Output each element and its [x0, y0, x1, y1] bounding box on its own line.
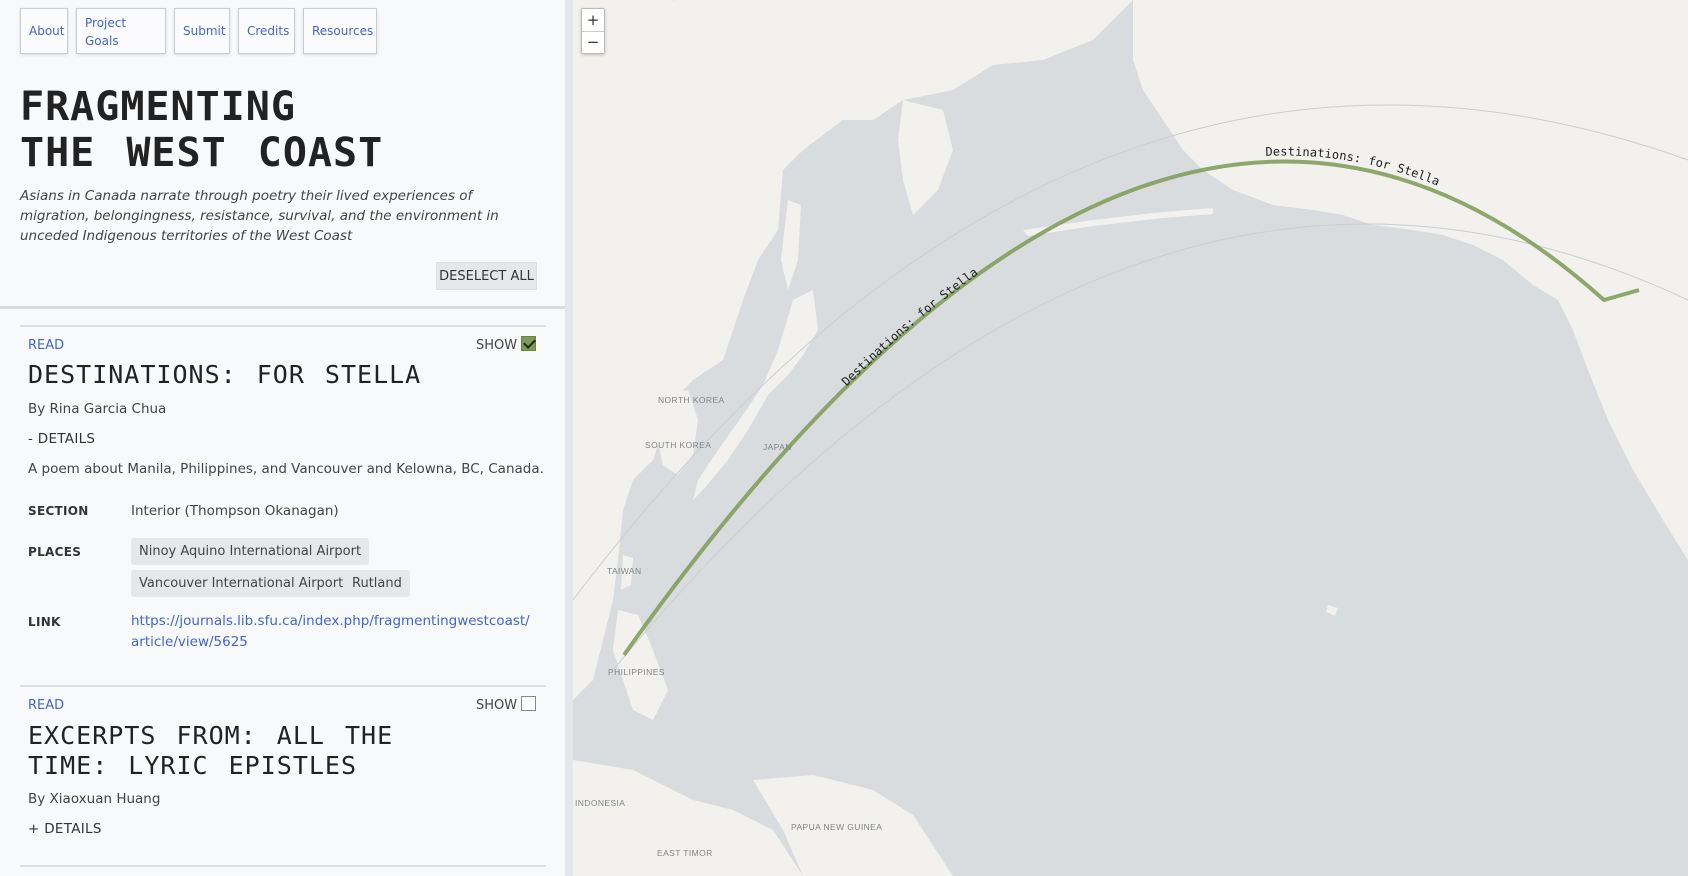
places-label: PLACES [28, 545, 82, 559]
card-divider [20, 685, 546, 687]
panel-divider[interactable] [565, 0, 573, 876]
link-label: LINK [28, 615, 61, 629]
card-divider [20, 865, 546, 867]
map-label-japan: JAPAN [763, 442, 792, 452]
read-link[interactable]: READ [28, 338, 64, 353]
page-subtitle: Asians in Canada narrate through poetry … [20, 188, 499, 244]
sidebar: About Project Goals Submit Credits Resou… [0, 0, 565, 876]
details-toggle[interactable]: + DETAILS [28, 821, 102, 837]
page-title-line1: FRAGMENTING [20, 84, 296, 130]
show-checkbox[interactable] [521, 696, 537, 711]
section-label: SECTION [28, 504, 89, 518]
poem-title: EXCERPTS FROM: ALL THE TIME: LYRIC EPIST… [28, 721, 393, 781]
poem-byline: By Xiaoxuan Huang [28, 791, 161, 807]
place-chip[interactable]: Ninoy Aquino International Airport [131, 538, 370, 565]
poem-title-line1: EXCERPTS FROM: ALL THE [28, 721, 394, 750]
map-label-north-korea: NORTH KOREA [658, 395, 725, 405]
nav-credits-button[interactable]: Credits [238, 8, 295, 54]
zoom-in-button[interactable]: + [582, 9, 604, 31]
page-title-line2: THE WEST COAST [20, 130, 384, 176]
nav-project-goals-button[interactable]: Project Goals [76, 8, 166, 54]
show-toggle[interactable]: SHOW [476, 696, 537, 713]
map-view[interactable]: Destinations: for Stella Destinations: f… [573, 0, 1688, 876]
page-title: FRAGMENTING THE WEST COAST [20, 84, 383, 176]
nav-submit-button[interactable]: Submit [174, 8, 230, 54]
map-label-south-korea: SOUTH KOREA [645, 440, 711, 450]
map-label-east-timor: EAST TIMOR [657, 848, 713, 858]
section-value: Interior (Thompson Okanagan) [131, 503, 339, 519]
show-toggle[interactable]: SHOW [476, 336, 537, 353]
read-link[interactable]: READ [28, 698, 64, 713]
poem-title-line2: TIME: LYRIC EPISTLES [28, 751, 358, 780]
nav-about-button[interactable]: About [20, 8, 68, 54]
card-divider [20, 325, 546, 327]
poem-link[interactable]: https://journals.lib.sfu.ca/index.php/fr… [131, 611, 531, 653]
show-label: SHOW [476, 698, 518, 713]
top-nav: About Project Goals Submit Credits Resou… [20, 8, 377, 54]
poem-byline: By Rina Garcia Chua [28, 401, 167, 417]
poem-description: A poem about Manila, Philippines, and Va… [28, 461, 544, 477]
place-chip[interactable]: Rutland [344, 570, 410, 597]
poem-title: DESTINATIONS: FOR STELLA [28, 360, 422, 389]
map-label-philippines: PHILIPPINES [608, 667, 665, 677]
place-chip[interactable]: Vancouver International Airport [131, 570, 352, 597]
map-canvas[interactable]: Destinations: for Stella Destinations: f… [573, 0, 1688, 876]
map-label-papua-new-guinea: PAPUA NEW GUINEA [791, 822, 882, 832]
header-divider [0, 306, 565, 309]
zoom-control: + − [581, 8, 605, 54]
map-label-taiwan: TAIWAN [607, 566, 642, 576]
deselect-all-button[interactable]: DESELECT ALL [436, 262, 537, 290]
show-checkbox[interactable] [521, 336, 537, 351]
show-label: SHOW [476, 338, 518, 353]
zoom-out-button[interactable]: − [582, 31, 604, 53]
nav-resources-button[interactable]: Resources [303, 8, 377, 54]
app-root: About Project Goals Submit Credits Resou… [0, 0, 1688, 876]
map-label-indonesia: INDONESIA [575, 798, 625, 808]
details-toggle[interactable]: - DETAILS [28, 431, 95, 447]
